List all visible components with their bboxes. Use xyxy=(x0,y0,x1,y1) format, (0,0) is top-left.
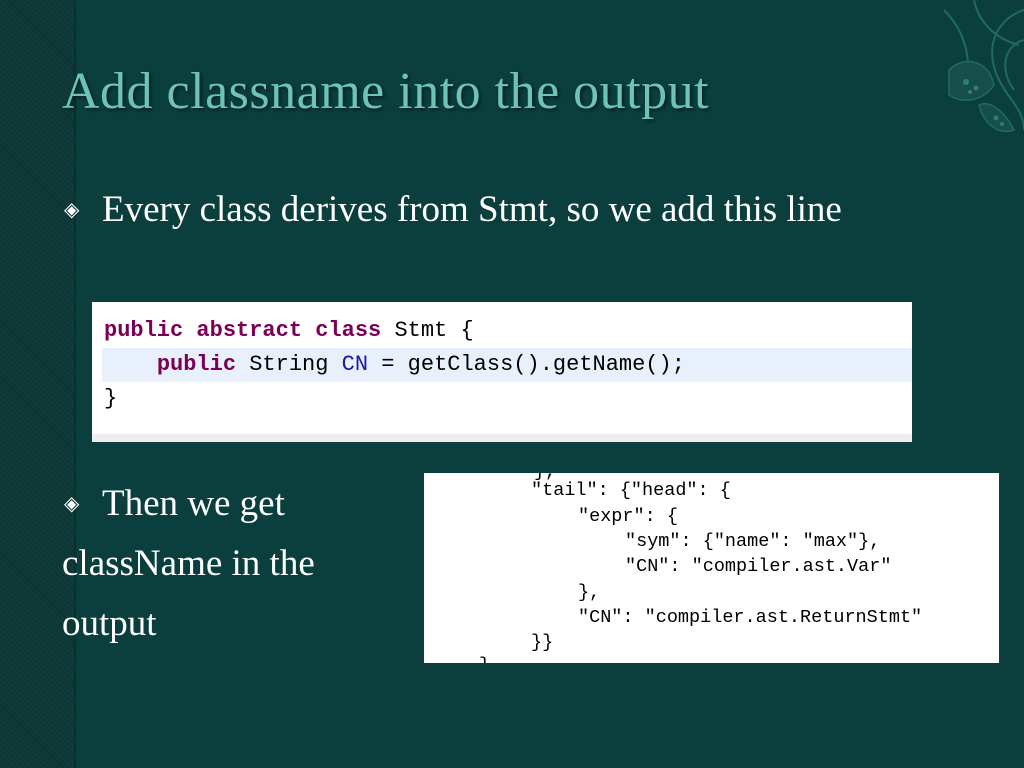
bullet-item-2: ◈ Then we get className in the output xyxy=(62,474,422,654)
slide-title: Add classname into the output xyxy=(62,63,710,120)
code-line-1: public abstract class Stmt { xyxy=(104,318,474,343)
json-line-3: "sym": {"name": "max"}, xyxy=(625,531,881,552)
bullet-item-1: ◈ Every class derives from Stmt, so we a… xyxy=(62,186,922,234)
json-output-image: }, "tail": {"head": { "expr": { "sym": {… xyxy=(424,473,999,663)
json-line-8: }, xyxy=(479,653,501,663)
floral-ornament-icon xyxy=(943,0,1024,132)
json-line-4: "CN": "compiler.ast.Var" xyxy=(625,556,892,577)
code-snippet-image: public abstract class Stmt { public Stri… xyxy=(92,302,912,442)
diamond-bullet-icon: ◈ xyxy=(64,493,80,515)
bullet-text-2-line-3: output xyxy=(62,603,157,644)
json-line-2: "expr": { xyxy=(578,506,678,527)
code-line-2-highlighted: public String CN = getClass().getName(); xyxy=(102,348,912,382)
json-line-5: }, xyxy=(578,582,601,603)
diamond-bullet-icon: ◈ xyxy=(64,199,80,221)
json-line-7: }} xyxy=(531,632,554,653)
code-box-bottom-band xyxy=(92,434,912,442)
json-line-1: "tail": {"head": { xyxy=(531,480,731,501)
code-line-3: } xyxy=(104,386,118,411)
bullet-text-2-line-1: Then we get xyxy=(102,483,285,524)
bullet-text-1: Every class derives from Stmt, so we add… xyxy=(102,189,842,230)
bullet-text-2-line-2: className in the xyxy=(62,543,315,584)
json-line-6: "CN": "compiler.ast.ReturnStmt" xyxy=(578,607,923,628)
